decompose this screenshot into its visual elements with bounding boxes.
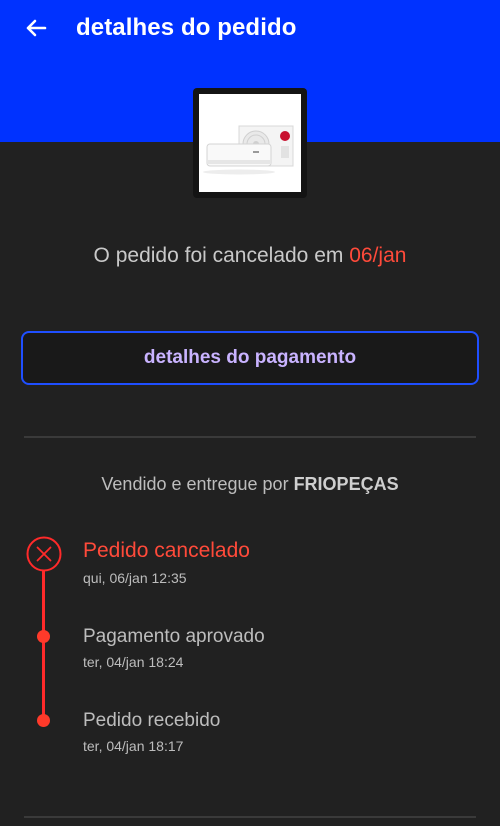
timeline-event-title: Pagamento aprovado xyxy=(83,626,265,647)
timeline-event-title: Pedido recebido xyxy=(83,710,221,731)
product-thumbnail[interactable] xyxy=(193,88,307,198)
seller-prefix: Vendido e entregue por xyxy=(101,474,294,494)
close-circle-icon xyxy=(26,536,62,572)
timeline-line xyxy=(42,568,45,720)
timeline-event-time: qui, 06/jan 12:35 xyxy=(83,570,187,586)
arrow-left-icon xyxy=(26,19,47,37)
divider xyxy=(24,816,476,818)
air-conditioner-icon xyxy=(203,125,294,175)
order-details-screen: detalhes do pedido O pedido foi cancelad… xyxy=(0,0,500,826)
cancel-date: 06/jan xyxy=(349,244,407,267)
dot-icon xyxy=(37,714,50,727)
timeline-event-time: ter, 04/jan 18:17 xyxy=(83,738,184,754)
order-status-message: O pedido foi cancelado em 06/jan xyxy=(0,244,500,268)
page-title: detalhes do pedido xyxy=(76,14,297,41)
dot-icon xyxy=(37,630,50,643)
seller-name: FRIOPEÇAS xyxy=(293,474,399,494)
divider xyxy=(24,436,476,438)
payment-details-button[interactable]: detalhes do pagamento xyxy=(21,331,479,385)
back-button[interactable] xyxy=(18,12,54,44)
status-text: O pedido foi cancelado em xyxy=(93,244,350,267)
timeline-event-time: ter, 04/jan 18:24 xyxy=(83,654,184,670)
seller-info: Vendido e entregue por FRIOPEÇAS xyxy=(0,474,500,495)
product-image xyxy=(199,94,301,192)
timeline-event-title: Pedido cancelado xyxy=(83,539,250,562)
